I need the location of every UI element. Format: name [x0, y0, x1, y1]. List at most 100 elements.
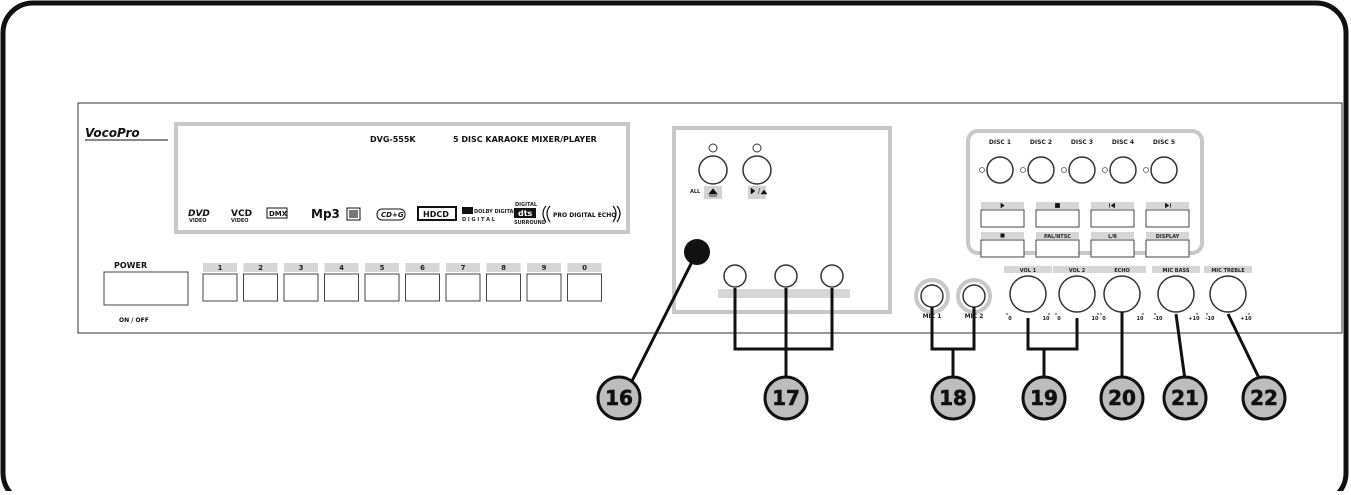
dmx-logo: DMX: [269, 210, 288, 218]
callout-number-18: 18: [939, 386, 967, 410]
mic-jack-label-strip: [718, 289, 850, 298]
pal-ntsc-button[interactable]: [1035, 239, 1080, 258]
disc-label-4: DISC 4: [1112, 139, 1134, 146]
knob-2[interactable]: [1058, 275, 1096, 313]
knob-max-3: +10: [1188, 316, 1200, 322]
knob-max-4: +10: [1240, 316, 1252, 322]
pause-icon: [1000, 233, 1005, 238]
front-panel-diagram: VocoPro DVG-555K 5 DISC KARAOKE MIXER/PL…: [0, 0, 1349, 495]
display-button[interactable]: [1145, 239, 1190, 258]
disc-led-4: [1102, 167, 1108, 173]
brand-logo: VocoPro: [85, 126, 140, 140]
mic-jack-3[interactable]: [820, 264, 844, 288]
dolby-logo: DOLBY DIGITAL: [474, 209, 517, 215]
number-button-5[interactable]: [364, 273, 400, 302]
number-label-0: 0: [582, 264, 587, 272]
knob-min-dot: [1153, 312, 1157, 316]
number-button-6[interactable]: [405, 273, 440, 302]
number-button-8[interactable]: [486, 273, 521, 302]
disc-button-2[interactable]: [1027, 156, 1055, 184]
number-label-3: 3: [299, 264, 304, 272]
knob-max-0: 10: [1043, 316, 1050, 322]
dolby-symbol: [462, 207, 473, 214]
disc-button-3[interactable]: [1068, 156, 1096, 184]
disc-label-3: DISC 3: [1071, 139, 1093, 146]
display-label: DISPLAY: [1156, 234, 1180, 240]
knob-min-3: -10: [1153, 316, 1163, 322]
model-name: DVG-555K: [370, 135, 416, 144]
knob-label-1: VOL 2: [1069, 268, 1086, 274]
mic-jack-1[interactable]: [723, 264, 747, 288]
mic-jack-2[interactable]: [774, 264, 798, 288]
disc-button-5[interactable]: [1150, 156, 1178, 184]
number-button-4[interactable]: [324, 273, 359, 302]
power-button[interactable]: [103, 271, 189, 306]
eject-all-label: ALL: [690, 189, 701, 195]
mic-input-2[interactable]: [962, 284, 986, 308]
knob-max-2: 10: [1137, 316, 1144, 322]
knob-min-4: -10: [1205, 316, 1215, 322]
stop-button[interactable]: [1035, 209, 1080, 228]
number-button-0[interactable]: [567, 273, 602, 302]
number-button-7[interactable]: [445, 273, 481, 302]
knob-max-1: 10: [1092, 316, 1099, 322]
cdg-logo: CD+G: [381, 211, 404, 219]
number-label-5: 5: [380, 264, 385, 272]
number-button-3[interactable]: [283, 273, 319, 302]
number-button-1[interactable]: [202, 273, 238, 302]
eject-all-button[interactable]: [698, 155, 728, 185]
knob-min-dot: [1099, 312, 1103, 316]
disc-button-1[interactable]: [986, 156, 1014, 184]
knob-label-2: ECHO: [1114, 268, 1130, 274]
disc-label-1: DISC 1: [989, 139, 1011, 146]
mic-input-1[interactable]: [920, 284, 944, 308]
mp3-logo: Mp3: [311, 207, 340, 221]
callout-number-20: 20: [1108, 386, 1136, 410]
diagram-frame: VocoPro DVG-555K 5 DISC KARAOKE MIXER/PL…: [0, 0, 1351, 495]
number-button-2[interactable]: [243, 273, 278, 302]
knob-5[interactable]: [1209, 275, 1247, 313]
number-label-4: 4: [339, 264, 344, 272]
hdcd-logo: HDCD: [423, 210, 449, 219]
disc-label-2: DISC 2: [1030, 139, 1052, 146]
knob-4[interactable]: [1157, 275, 1195, 313]
knob-max-dot: [1247, 312, 1251, 316]
dvd-logo-subtext: VIDEO: [189, 218, 207, 224]
knob-label-0: VOL 1: [1020, 268, 1037, 274]
power-sublabel: ON / OFF: [119, 317, 149, 324]
disc-button-4[interactable]: [1109, 156, 1137, 184]
pause-button[interactable]: [980, 239, 1025, 258]
number-button-9[interactable]: [526, 273, 562, 302]
product-name: 5 DISC KARAOKE MIXER/PLAYER: [453, 135, 597, 144]
lr-button[interactable]: [1090, 239, 1135, 258]
previous-button[interactable]: [1090, 209, 1135, 228]
knob-max-dot: [1195, 312, 1199, 316]
knob-min-dot: [1054, 312, 1058, 316]
number-label-9: 9: [542, 264, 547, 272]
disc-label-5: DISC 5: [1153, 139, 1175, 146]
knob-max-dot: [1047, 312, 1051, 316]
play-eject-led: [752, 143, 762, 153]
knob-label-3: MIC BASS: [1163, 268, 1190, 274]
next-button[interactable]: [1145, 209, 1190, 228]
disc-led-1: [979, 167, 985, 173]
disc-led-5: [1143, 167, 1149, 173]
eject-all-led: [708, 143, 718, 153]
number-label-7: 7: [461, 264, 466, 272]
play-button[interactable]: [980, 209, 1025, 228]
callouts: 16 17 18 19 20 21 22: [596, 375, 1287, 421]
knob-max-dot: [1141, 312, 1145, 316]
knob-label-4: MIC TREBLE: [1211, 268, 1245, 274]
knob-3[interactable]: [1103, 275, 1141, 313]
stop-icon: [1055, 203, 1060, 208]
callout-number-17: 17: [772, 386, 800, 410]
number-label-8: 8: [501, 264, 506, 272]
play-eject-button[interactable]: [742, 155, 772, 185]
callout-number-19: 19: [1030, 386, 1058, 410]
knob-1[interactable]: [1009, 275, 1047, 313]
power-label: POWER: [114, 261, 147, 270]
dts-bottom-text: SURROUND: [514, 220, 546, 226]
disc-logo-fill: [349, 210, 358, 218]
callout-number-21: 21: [1171, 386, 1199, 410]
vcd-logo-subtext: VIDEO: [231, 218, 249, 224]
